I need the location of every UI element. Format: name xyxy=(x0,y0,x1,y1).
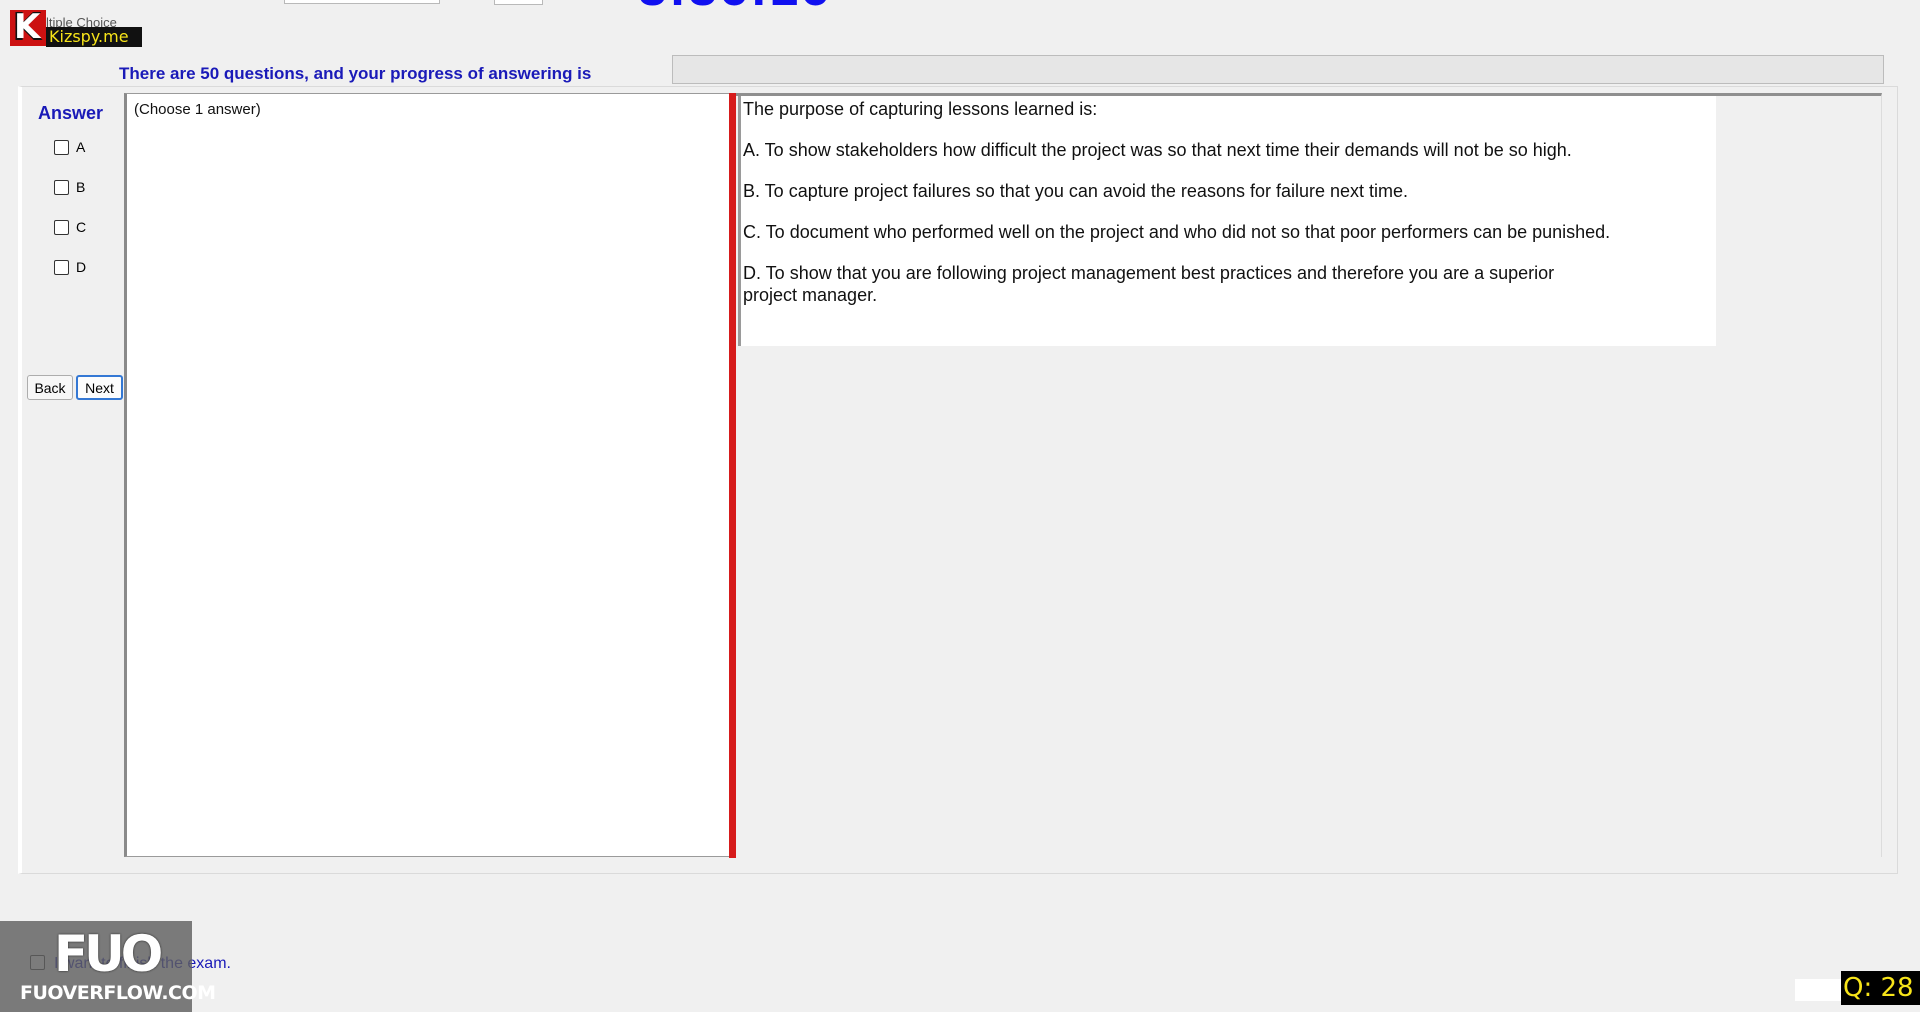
choice-d[interactable]: D xyxy=(54,257,86,277)
exam-selector-combo[interactable] xyxy=(284,0,440,4)
progress-label: There are 50 questions, and your progres… xyxy=(119,64,592,83)
kizspy-watermark-label: Kizspy.me xyxy=(49,27,129,46)
question-counter: Q: 28 xyxy=(1843,973,1914,1003)
back-button[interactable]: Back xyxy=(27,375,73,400)
choice-b-checkbox[interactable] xyxy=(54,179,69,195)
status-strip xyxy=(1795,979,1841,1001)
choice-c-label: C xyxy=(76,219,87,235)
question-option-b: B. To capture project failures so that y… xyxy=(743,181,1409,201)
choice-b-label: B xyxy=(76,179,86,195)
question-option-d-continuation: project manager. xyxy=(743,285,878,305)
answer-progress-bar xyxy=(672,55,1884,84)
next-button[interactable]: Next xyxy=(76,375,123,400)
small-input-field[interactable] xyxy=(494,0,543,5)
question-option-a: A. To show stakeholders how difficult th… xyxy=(743,140,1572,160)
choice-c-checkbox[interactable] xyxy=(54,219,69,235)
explanation-panel[interactable] xyxy=(124,93,730,857)
panel-splitter[interactable] xyxy=(729,93,736,858)
fuo-logo-mark: FUO xyxy=(54,925,163,983)
fuoverflow-site-label: FUOVERFLOW.COM xyxy=(20,982,216,1004)
choice-a[interactable]: A xyxy=(54,137,85,157)
question-stem: The purpose of capturing lessons learned… xyxy=(743,99,1098,119)
question-option-d: D. To show that you are following projec… xyxy=(743,263,1555,283)
choice-d-label: D xyxy=(76,259,87,275)
choice-a-label: A xyxy=(76,139,86,155)
choose-count-hint: (Choose 1 answer) xyxy=(134,101,261,118)
choice-a-checkbox[interactable] xyxy=(54,139,69,155)
exam-timer: 3:36:16 xyxy=(638,0,831,14)
choice-d-checkbox[interactable] xyxy=(54,259,69,275)
answer-heading: Answer xyxy=(38,103,104,123)
choice-b[interactable]: B xyxy=(54,177,85,197)
question-option-c: C. To document who performed well on the… xyxy=(743,222,1611,242)
choice-c[interactable]: C xyxy=(54,217,86,237)
kizspy-logo-letter: K xyxy=(14,7,41,47)
